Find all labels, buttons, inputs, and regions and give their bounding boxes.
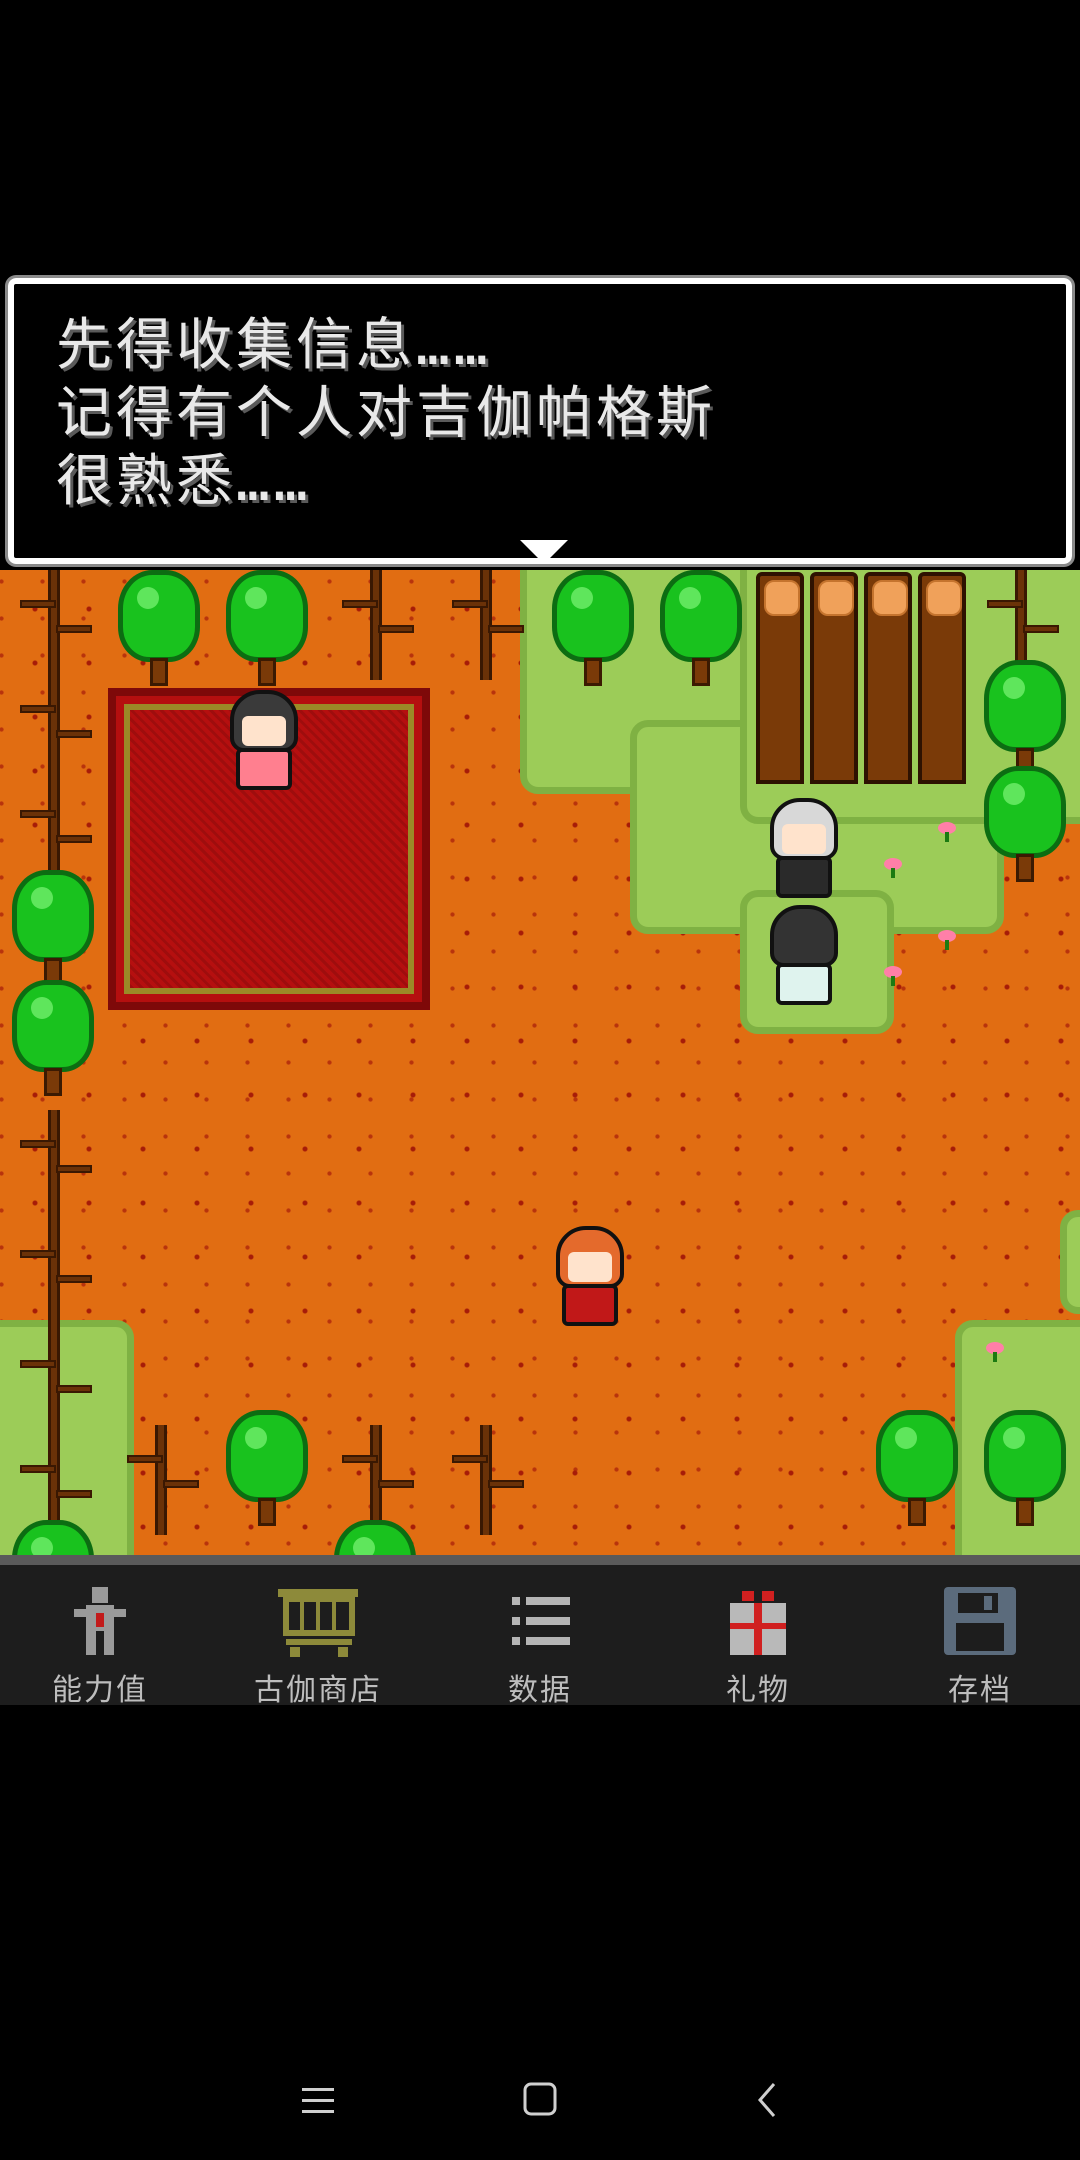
dead-tree bbox=[330, 570, 422, 680]
home-square-icon bbox=[523, 2082, 557, 2116]
dead-tree bbox=[8, 675, 100, 785]
back-chevron-icon bbox=[758, 2083, 776, 2117]
home-button[interactable] bbox=[500, 2060, 580, 2140]
dead-tree bbox=[8, 1220, 100, 1330]
npc-girl-black-hair[interactable] bbox=[222, 690, 306, 800]
menu-item-stats[interactable]: 能力值 bbox=[0, 1585, 200, 1708]
system-nav-bar bbox=[0, 2040, 1080, 2160]
menu-label: 礼物 bbox=[726, 1673, 790, 1708]
green-tree bbox=[978, 766, 1072, 884]
back-button[interactable] bbox=[728, 2060, 808, 2140]
dead-tree bbox=[440, 570, 532, 680]
green-tree bbox=[6, 980, 100, 1098]
menu-item-save[interactable]: 存档 bbox=[880, 1585, 1080, 1708]
shopping-cart-icon bbox=[276, 1585, 360, 1657]
green-tree bbox=[6, 1520, 100, 1555]
continue-arrow-icon[interactable] bbox=[520, 540, 568, 564]
player-character[interactable] bbox=[548, 1226, 632, 1336]
log bbox=[756, 572, 804, 784]
flower bbox=[938, 930, 956, 950]
green-tree bbox=[978, 1410, 1072, 1528]
dead-tree bbox=[8, 570, 100, 680]
dead-tree bbox=[440, 1425, 532, 1535]
green-tree bbox=[220, 570, 314, 688]
character-stats-icon bbox=[58, 1585, 142, 1657]
dialog-line: 记得有个人对吉伽帕格斯 bbox=[56, 381, 716, 446]
dead-tree bbox=[115, 1425, 207, 1535]
green-tree bbox=[546, 570, 640, 688]
green-tree bbox=[870, 1410, 964, 1528]
log-stack bbox=[756, 572, 972, 784]
npc-black-cat[interactable] bbox=[762, 905, 846, 1015]
dead-tree bbox=[8, 1110, 100, 1220]
npc-old-man[interactable] bbox=[762, 798, 846, 908]
gift-icon bbox=[716, 1585, 800, 1657]
recent-apps-button[interactable] bbox=[278, 2060, 358, 2140]
game-map[interactable] bbox=[0, 570, 1080, 1555]
flower bbox=[884, 966, 902, 986]
floppy-disk-icon bbox=[938, 1585, 1022, 1657]
menu-item-shop[interactable]: 古伽商店 bbox=[218, 1585, 418, 1708]
green-tree bbox=[112, 570, 206, 688]
list-icon bbox=[498, 1585, 582, 1657]
menu-item-gift[interactable]: 礼物 bbox=[658, 1585, 858, 1708]
green-tree bbox=[6, 870, 100, 988]
green-tree bbox=[978, 660, 1072, 778]
green-tree bbox=[328, 1520, 422, 1555]
menu-label: 数据 bbox=[508, 1673, 572, 1708]
game-screen: 先得收集信息…… 记得有个人对吉伽帕格斯 很熟悉…… 能力值 古伽商店 数据 礼… bbox=[0, 0, 1080, 2160]
log bbox=[918, 572, 966, 784]
log bbox=[810, 572, 858, 784]
menu-label: 古伽商店 bbox=[254, 1673, 382, 1708]
dead-tree bbox=[330, 1425, 422, 1535]
dialog-box[interactable]: 先得收集信息…… 记得有个人对吉伽帕格斯 很熟悉…… bbox=[8, 278, 1072, 564]
dialog-line: 先得收集信息…… bbox=[56, 313, 492, 378]
flower bbox=[938, 822, 956, 842]
menu-icon bbox=[302, 2088, 334, 2113]
menu-item-data[interactable]: 数据 bbox=[440, 1585, 640, 1708]
dialog-text: 先得收集信息…… 记得有个人对吉伽帕格斯 很熟悉…… bbox=[56, 312, 716, 516]
dead-tree bbox=[8, 1330, 100, 1440]
grass-patch bbox=[1060, 1210, 1080, 1314]
green-tree bbox=[220, 1410, 314, 1528]
menu-label: 能力值 bbox=[52, 1673, 148, 1708]
log bbox=[864, 572, 912, 784]
flower bbox=[986, 1342, 1004, 1362]
green-tree bbox=[654, 570, 748, 688]
menu-label: 存档 bbox=[948, 1673, 1012, 1708]
dialog-line: 很熟悉…… bbox=[56, 449, 312, 514]
menu-divider bbox=[0, 1555, 1080, 1565]
flower bbox=[884, 858, 902, 878]
bottom-menu: 能力值 古伽商店 数据 礼物 存档 bbox=[0, 1565, 1080, 1708]
